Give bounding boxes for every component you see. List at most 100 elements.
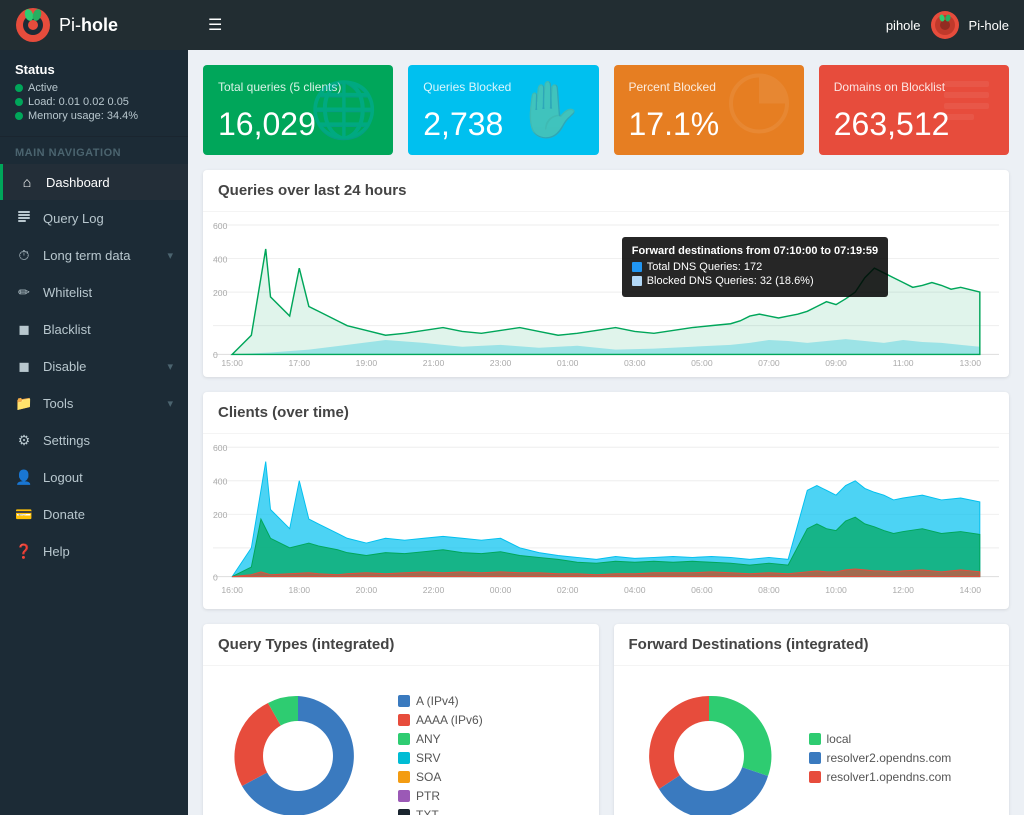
topbar: ☰ pihole Pi-hole <box>188 0 1024 50</box>
nav-label-logout: Logout <box>43 470 83 485</box>
status-active: Active <box>15 82 173 94</box>
forward-destinations-chart <box>629 681 789 815</box>
legend-label-srv: SRV <box>416 751 440 765</box>
svg-text:12:00: 12:00 <box>892 585 914 595</box>
nav-item-settings[interactable]: ⚙ Settings <box>0 422 188 459</box>
svg-text:13:00: 13:00 <box>959 358 981 368</box>
svg-text:07:00: 07:00 <box>758 358 780 368</box>
svg-text:200: 200 <box>213 510 228 520</box>
svg-text:01:00: 01:00 <box>557 358 579 368</box>
topbar-avatar <box>931 11 959 39</box>
svg-text:04:00: 04:00 <box>624 585 646 595</box>
clients-chart: 600 400 200 0 16:00 18:00 20:00 22:00 00… <box>213 439 999 604</box>
legend-label-local: local <box>827 732 852 746</box>
sidebar-toggle-button[interactable]: ☰ <box>203 10 227 40</box>
forward-destinations-legend: local resolver2.opendns.com resolver1.op… <box>809 732 952 784</box>
legend-dot-ptr <box>398 790 410 802</box>
nav-label-long-term: Long term data <box>43 248 130 263</box>
pie-icon <box>729 74 789 147</box>
status-memory: Memory usage: 34.4% <box>15 110 173 122</box>
query-types-title: Query Types (integrated) <box>218 636 584 653</box>
legend-dot-local <box>809 733 821 745</box>
legend-dot-resolver2 <box>809 752 821 764</box>
svg-text:600: 600 <box>213 443 228 453</box>
nav-item-donate[interactable]: 💳 Donate <box>0 496 188 533</box>
nav-label-query-log: Query Log <box>43 211 104 226</box>
nav-item-tools[interactable]: 📁 Tools ▾ <box>0 385 188 422</box>
legend-dot-txt <box>398 809 410 815</box>
legend-aaaa: AAAA (IPv6) <box>398 713 483 727</box>
svg-text:400: 400 <box>213 477 228 487</box>
query-types-body: A (IPv4) AAAA (IPv6) ANY SRV <box>203 666 599 815</box>
query-types-chart <box>218 681 378 815</box>
legend-label-txt: TXT <box>416 808 439 815</box>
svg-text:05:00: 05:00 <box>691 358 713 368</box>
nav-item-disable[interactable]: ◼ Disable ▾ <box>0 348 188 385</box>
list-icon <box>939 76 994 144</box>
forward-destinations-title: Forward Destinations (integrated) <box>629 636 995 653</box>
nav-item-logout[interactable]: 👤 Logout <box>0 459 188 496</box>
settings-icon: ⚙ <box>15 432 33 449</box>
legend-dot-soa <box>398 771 410 783</box>
legend-label-a: A (IPv4) <box>416 694 459 708</box>
svg-text:21:00: 21:00 <box>423 358 445 368</box>
legend-any: ANY <box>398 732 483 746</box>
legend-label-resolver2: resolver2.opendns.com <box>827 751 952 765</box>
legend-local: local <box>809 732 952 746</box>
clients-title: Clients (over time) <box>218 404 994 421</box>
legend-label-any: ANY <box>416 732 441 746</box>
nav-item-long-term[interactable]: ⏱ Long term data ▾ <box>0 237 188 274</box>
sidebar: Pi-hole Status Active Load: 0.01 0.02 0.… <box>0 0 188 815</box>
memory-dot <box>15 112 23 120</box>
legend-a-ipv4: A (IPv4) <box>398 694 483 708</box>
nav-item-help[interactable]: ❓ Help <box>0 533 188 570</box>
svg-text:03:00: 03:00 <box>624 358 646 368</box>
long-term-arrow: ▾ <box>167 249 173 262</box>
legend-label-ptr: PTR <box>416 789 440 803</box>
legend-label-aaaa: AAAA (IPv6) <box>416 713 483 727</box>
queries-24h-body: 600 400 200 0 15:00 17:00 19:00 21:00 2 <box>203 212 1009 377</box>
nav-item-blacklist[interactable]: ◼ Blacklist <box>0 311 188 348</box>
svg-text:14:00: 14:00 <box>959 585 981 595</box>
svg-text:23:00: 23:00 <box>490 358 512 368</box>
forward-destinations-body: local resolver2.opendns.com resolver1.op… <box>614 666 1010 815</box>
forward-destinations-header: Forward Destinations (integrated) <box>614 624 1010 666</box>
sidebar-header: Pi-hole <box>0 0 188 50</box>
logo-icon <box>15 7 51 43</box>
stat-card-blocked: Queries Blocked 2,738 ✋ <box>408 65 598 155</box>
nav-label-help: Help <box>43 544 70 559</box>
forward-destinations-donut <box>629 681 789 815</box>
nav-item-dashboard[interactable]: ⌂ Dashboard <box>0 164 188 200</box>
app-title: Pi-hole <box>59 15 118 36</box>
legend-resolver2: resolver2.opendns.com <box>809 751 952 765</box>
legend-label-soa: SOA <box>416 770 441 784</box>
svg-text:15:00: 15:00 <box>221 358 243 368</box>
svg-text:20:00: 20:00 <box>356 585 378 595</box>
topbar-appname: Pi-hole <box>969 18 1009 33</box>
load-dot <box>15 98 23 106</box>
topbar-username: pihole <box>886 18 921 33</box>
nav-label-whitelist: Whitelist <box>43 285 92 300</box>
queries-24h-chart: 600 400 200 0 15:00 17:00 19:00 21:00 2 <box>213 217 999 372</box>
clients-header: Clients (over time) <box>203 392 1009 434</box>
svg-text:11:00: 11:00 <box>893 358 914 368</box>
svg-text:16:00: 16:00 <box>221 585 243 595</box>
query-types-panel: Query Types (integrated) <box>203 624 599 815</box>
blacklist-icon: ◼ <box>15 321 33 338</box>
help-icon: ❓ <box>15 543 33 560</box>
svg-text:09:00: 09:00 <box>825 358 847 368</box>
nav-item-query-log[interactable]: Query Log <box>0 200 188 237</box>
nav-item-whitelist[interactable]: ✏ Whitelist <box>0 274 188 311</box>
query-types-donut <box>218 681 378 815</box>
query-log-icon <box>15 210 33 227</box>
svg-text:19:00: 19:00 <box>356 358 378 368</box>
queries-24h-chart-wrapper: 600 400 200 0 15:00 17:00 19:00 21:00 2 <box>213 217 999 372</box>
clients-panel: Clients (over time) 600 400 200 0 <box>203 392 1009 609</box>
bottom-row: Query Types (integrated) <box>203 624 1009 815</box>
hand-icon: ✋ <box>515 78 583 143</box>
svg-text:22:00: 22:00 <box>423 585 445 595</box>
clients-body: 600 400 200 0 16:00 18:00 20:00 22:00 00… <box>203 434 1009 609</box>
nav-label-tools: Tools <box>43 396 73 411</box>
active-dot <box>15 84 23 92</box>
legend-soa: SOA <box>398 770 483 784</box>
